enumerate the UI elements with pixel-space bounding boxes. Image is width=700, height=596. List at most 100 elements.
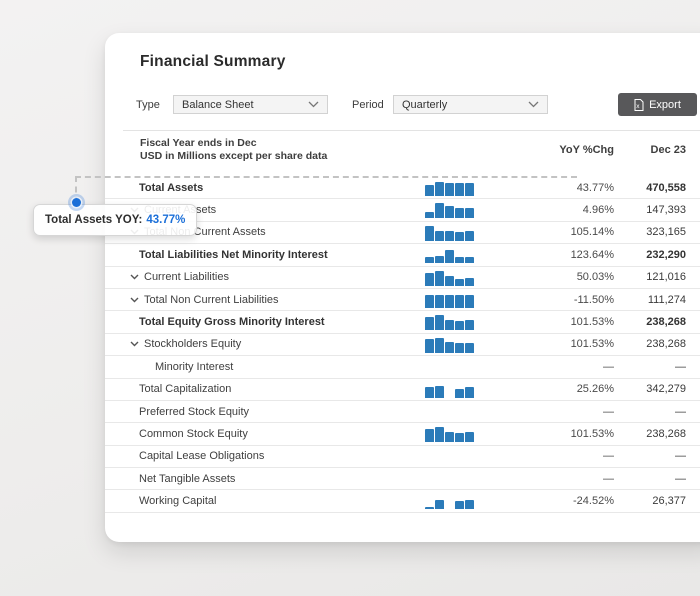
spark-bar xyxy=(425,317,434,331)
table-row[interactable]: Total Non Current Liabilities-11.50%111,… xyxy=(105,289,700,311)
svg-text:x: x xyxy=(636,103,640,110)
tracer-horizontal-dashed-line xyxy=(75,176,577,178)
table-row[interactable]: Working Capital -24.52%26,377 xyxy=(105,490,700,512)
sparkline-chart xyxy=(425,202,475,218)
chevron-down-icon[interactable] xyxy=(130,297,139,303)
row-label-cell: Preferred Stock Equity xyxy=(139,401,249,422)
row-label-cell: Total Capitalization xyxy=(139,379,231,400)
spark-bar xyxy=(425,295,434,308)
fiscal-year-note: Fiscal Year ends in Dec xyxy=(140,137,327,150)
table-row[interactable]: Minority Interest—— xyxy=(105,356,700,378)
dec23-value: 238,268 xyxy=(606,423,686,444)
table-row[interactable]: Total Equity Gross Minority Interest101.… xyxy=(105,311,700,333)
spark-bar xyxy=(445,295,454,308)
spark-bar xyxy=(425,226,434,241)
sparkline-chart xyxy=(425,493,475,509)
sparkline-chart xyxy=(425,314,475,330)
sparkline-chart xyxy=(425,270,475,286)
period-select[interactable]: Quarterly xyxy=(393,95,548,114)
yoy-value: -11.50% xyxy=(524,289,614,310)
sparkline-chart xyxy=(425,292,475,308)
row-label: Total Capitalization xyxy=(139,383,231,395)
sparkline-chart xyxy=(425,337,475,353)
dec23-value: 238,268 xyxy=(606,311,686,332)
spark-bar xyxy=(455,343,464,353)
spark-bar xyxy=(435,271,444,285)
yoy-value: 25.26% xyxy=(524,379,614,400)
chevron-down-icon[interactable] xyxy=(130,341,139,347)
table-row[interactable]: Capital Lease Obligations—— xyxy=(105,446,700,468)
table-row[interactable]: Total Assets43.77%470,558 xyxy=(105,177,700,199)
row-label: Minority Interest xyxy=(155,361,233,373)
chevron-down-icon[interactable] xyxy=(130,274,139,280)
type-select[interactable]: Balance Sheet xyxy=(173,95,328,114)
table-row[interactable]: Stockholders Equity101.53%238,268 xyxy=(105,334,700,356)
table-row[interactable]: Current Liabilities50.03%121,016 xyxy=(105,267,700,289)
spark-bar xyxy=(455,501,464,509)
row-label: Total Liabilities Net Minority Interest xyxy=(139,249,328,261)
period-select-value: Quarterly xyxy=(402,99,447,111)
yoy-value: -24.52% xyxy=(524,490,614,511)
spark-bar xyxy=(435,182,444,196)
table-row[interactable]: Net Tangible Assets —— xyxy=(105,468,700,490)
export-button-label: Export xyxy=(649,99,681,111)
sparkline-chart xyxy=(425,426,475,442)
table-row[interactable]: Total Liabilities Net Minority Interest1… xyxy=(105,244,700,266)
row-label: Common Stock Equity xyxy=(139,428,248,440)
table-row[interactable]: Common Stock Equity101.53%238,268 xyxy=(105,423,700,445)
dec23-value: 232,290 xyxy=(606,244,686,265)
spark-bar xyxy=(455,295,464,308)
yoy-value: 4.96% xyxy=(524,199,614,220)
table-row[interactable]: Total Capitalization 25.26%342,279 xyxy=(105,379,700,401)
spark-bar xyxy=(435,386,444,398)
dec23-value: — xyxy=(606,446,686,467)
dec23-value: 238,268 xyxy=(606,334,686,355)
spark-bar xyxy=(435,338,444,353)
chevron-down-icon xyxy=(528,99,539,111)
page-background: Financial Summary Type Balance Sheet Per… xyxy=(0,0,700,596)
spark-bar xyxy=(455,279,464,286)
row-label: Total Assets xyxy=(139,182,203,194)
dec23-value: — xyxy=(606,468,686,489)
spark-bar xyxy=(445,250,454,264)
spark-bar xyxy=(465,231,474,241)
spark-bar xyxy=(425,507,434,510)
spark-bar xyxy=(465,320,474,330)
dec23-value: — xyxy=(606,356,686,377)
yoy-value: 50.03% xyxy=(524,267,614,288)
spark-bar xyxy=(465,295,474,308)
controls-divider xyxy=(123,130,700,131)
spark-bar xyxy=(455,183,464,196)
sparkline-chart xyxy=(425,180,475,196)
dec23-value: 147,393 xyxy=(606,199,686,220)
spark-bar xyxy=(435,231,444,241)
spark-bar xyxy=(465,183,474,196)
row-label: Stockholders Equity xyxy=(144,338,241,350)
row-label: Current Liabilities xyxy=(144,271,229,283)
spark-bar xyxy=(455,433,464,443)
row-label: Net Tangible Assets xyxy=(139,473,235,485)
row-label-cell: Minority Interest xyxy=(155,356,233,377)
row-label-cell: Total Non Current Liabilities xyxy=(130,289,279,310)
spark-bar xyxy=(445,432,454,443)
tooltip-value: 43.77% xyxy=(146,214,185,226)
spark-bar xyxy=(465,387,474,397)
export-button[interactable]: x Export xyxy=(618,93,697,116)
dec23-value: 26,377 xyxy=(606,490,686,511)
spark-bar xyxy=(465,278,474,286)
spark-bar xyxy=(435,256,444,263)
spark-bar xyxy=(455,321,464,331)
spark-bar xyxy=(435,315,444,330)
hover-marker-dot xyxy=(68,194,85,211)
spark-bar xyxy=(465,343,474,353)
table-row[interactable]: Preferred Stock Equity—— xyxy=(105,401,700,423)
row-label-cell: Total Assets xyxy=(139,177,203,198)
row-label-cell: Working Capital xyxy=(139,490,216,511)
spark-bar xyxy=(445,206,454,219)
dec23-value: 342,279 xyxy=(606,379,686,400)
spark-bar xyxy=(425,429,434,443)
spark-bar xyxy=(435,427,444,442)
spark-bar xyxy=(425,212,434,219)
yoy-value: — xyxy=(524,468,614,489)
spark-bar xyxy=(455,208,464,219)
